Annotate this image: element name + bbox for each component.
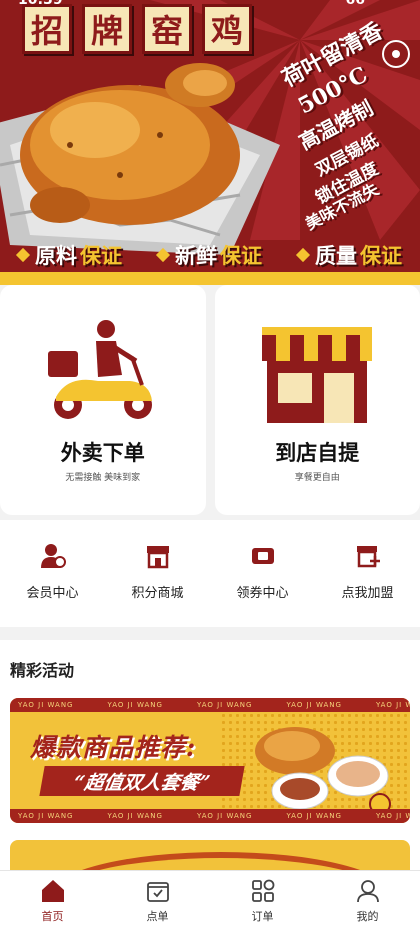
delivery-title: 外卖下单 [61, 437, 145, 467]
member-center-label: 会员中心 [26, 582, 78, 601]
bottom-tab-bar: 首页 点单 订单 我的 [0, 870, 420, 931]
guarantee-word: 保证 [220, 240, 262, 270]
pickup-subtitle: 享餐更自由 [295, 470, 340, 483]
member-center-entry[interactable]: 会员中心 [3, 520, 103, 601]
brand-band-text: YAO JI WANG [18, 701, 73, 709]
tab-home-label: 首页 [42, 908, 64, 924]
promo-subheadline: “超值双人套餐” [39, 766, 244, 796]
guarantee-item: 质量 保证 [298, 240, 402, 270]
quick-entry-row: 会员中心 积分商城 领券中心 点我加盟 [0, 520, 420, 627]
delivery-scooter-icon [38, 315, 168, 425]
activities-section: 精彩活动 YAO JI WANG YAO JI WANG YAO JI WANG… [0, 640, 420, 875]
tab-menu-label: 点单 [147, 908, 169, 924]
promo-headline: 爆款商品推荐: [30, 728, 196, 764]
brand-band-text: YAO JI WANG [197, 812, 252, 820]
storefront-icon [252, 315, 382, 425]
guarantee-word: 新鲜 [175, 240, 217, 270]
tab-profile-label: 我的 [357, 908, 379, 924]
tab-orders[interactable]: 订单 [223, 871, 303, 931]
franchise-icon [354, 542, 382, 570]
order-mode-cards: 外卖下单 无需接触 美味到家 到店自提 享餐更自由 [0, 285, 420, 515]
guarantee-word: 质量 [315, 240, 357, 270]
brand-band-text: YAO JI WANG [18, 812, 73, 820]
brand-band-top: YAO JI WANG YAO JI WANG YAO JI WANG YAO … [10, 698, 410, 712]
brand-band-text: YAO JI WANG [376, 812, 410, 820]
brand-band-text: YAO JI WANG [197, 701, 252, 709]
menu-icon [145, 878, 171, 904]
delivery-card[interactable]: 外卖下单 无需接触 美味到家 [0, 285, 206, 515]
guarantee-word: 保证 [360, 240, 402, 270]
guarantee-item: 原料 保证 [18, 240, 122, 270]
brand-band-text: YAO JI WANG [286, 701, 341, 709]
pickup-card[interactable]: 到店自提 享餐更自由 [215, 285, 420, 515]
activities-heading: 精彩活动 [10, 657, 74, 681]
set-meal-illustration [240, 716, 400, 816]
points-store-label: 积分商城 [131, 582, 183, 601]
promo-banner[interactable]: YAO JI WANG YAO JI WANG YAO JI WANG YAO … [10, 698, 410, 823]
diamond-icon [296, 248, 310, 262]
orders-icon [250, 878, 276, 904]
guarantee-row: 原料 保证 新鲜 保证 质量 保证 [0, 238, 420, 272]
tab-profile[interactable]: 我的 [328, 871, 408, 931]
tab-menu[interactable]: 点单 [118, 871, 198, 931]
brand-band-text: YAO JI WANG [286, 812, 341, 820]
guarantee-word: 保证 [80, 240, 122, 270]
points-store-entry[interactable]: 积分商城 [108, 520, 208, 601]
home-icon [40, 878, 66, 904]
diamond-icon [156, 248, 170, 262]
brand-band-text: YAO JI WANG [107, 812, 162, 820]
hero-banner[interactable]: 10:39 66 招 牌 窑 鸡 荷叶留清香 500°C 高温烤制 双层锡纸 锁… [0, 0, 420, 285]
franchise-label: 点我加盟 [341, 582, 393, 601]
coupon-center-label: 领券中心 [236, 582, 288, 601]
brand-band-bottom: YAO JI WANG YAO JI WANG YAO JI WANG YAO … [10, 809, 410, 823]
brand-band-text: YAO JI WANG [376, 701, 410, 709]
hero-bottom-stripe [0, 272, 420, 285]
battery-level: 66 [346, 0, 365, 8]
brand-band-text: YAO JI WANG [107, 701, 162, 709]
tab-home[interactable]: 首页 [13, 871, 93, 931]
member-icon [39, 542, 67, 570]
guarantee-word: 原料 [35, 240, 77, 270]
profile-icon [355, 878, 381, 904]
store-icon [144, 542, 172, 570]
franchise-entry[interactable]: 点我加盟 [318, 520, 418, 601]
tab-orders-label: 订单 [252, 908, 274, 924]
delivery-subtitle: 无需接触 美味到家 [65, 470, 140, 483]
mini-program-capsule-icon[interactable] [382, 40, 410, 68]
coupon-center-entry[interactable]: 领券中心 [213, 520, 313, 601]
coupon-icon [249, 542, 277, 570]
diamond-icon [16, 248, 30, 262]
pickup-title: 到店自提 [275, 437, 359, 467]
roast-chicken-illustration [0, 45, 270, 245]
guarantee-item: 新鲜 保证 [158, 240, 262, 270]
